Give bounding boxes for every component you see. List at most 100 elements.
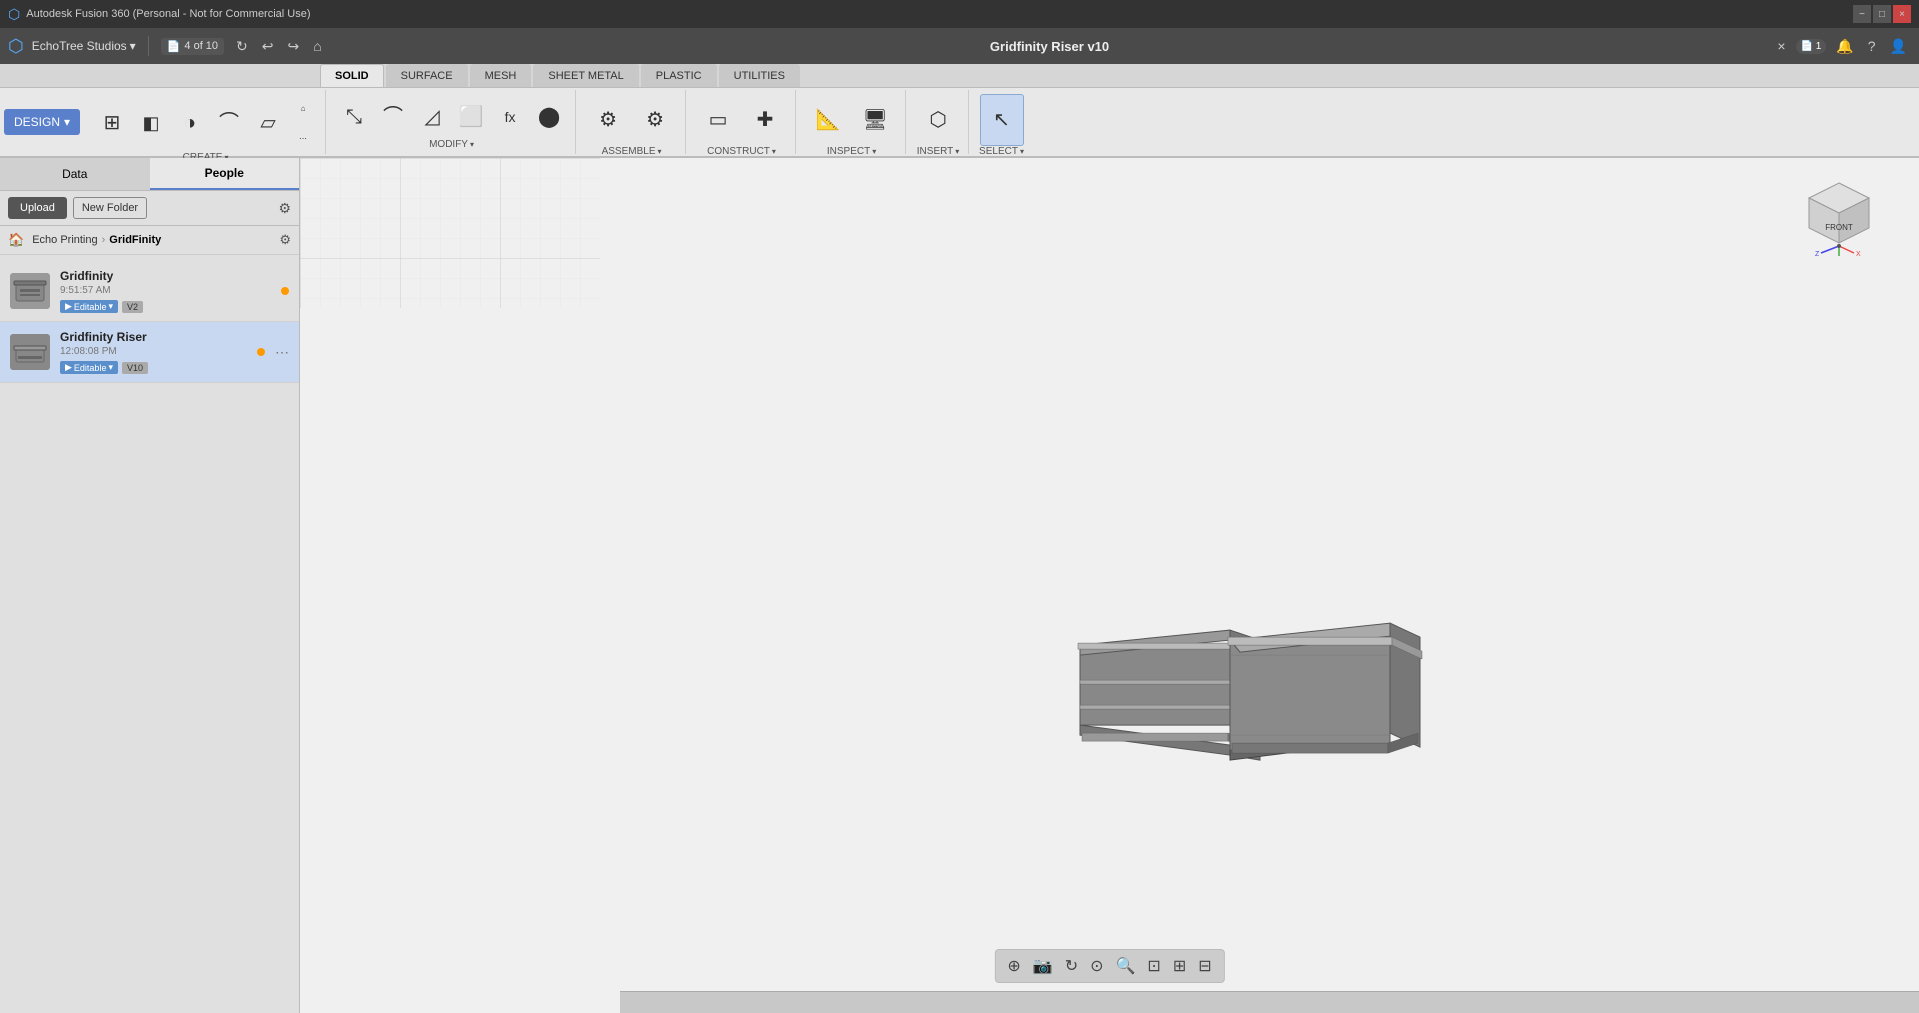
shell-button[interactable]: ⬜ bbox=[453, 95, 489, 139]
select-button[interactable]: ↖ bbox=[980, 94, 1024, 146]
file-info-gridfinity: Gridfinity 9:51:57 AM ▶ Editable ▾ V2 bbox=[60, 269, 271, 313]
orbit-button[interactable]: ⊕ bbox=[1003, 954, 1024, 978]
home-icon[interactable]: ⌂ bbox=[309, 36, 325, 56]
design-label: DESIGN bbox=[14, 115, 60, 129]
tab-people[interactable]: People bbox=[150, 158, 300, 190]
file-count-label: 4 of 10 bbox=[184, 40, 218, 52]
fillet-button[interactable]: ⌒ bbox=[375, 95, 411, 139]
file-thumb-riser bbox=[10, 334, 50, 370]
sphere-button[interactable]: ⬤ bbox=[531, 95, 567, 139]
insert-label[interactable]: INSERT bbox=[917, 146, 960, 157]
breadcrumb-gridfinity[interactable]: GridFinity bbox=[109, 234, 161, 246]
minimize-button[interactable]: − bbox=[1853, 5, 1871, 23]
press-pull-button[interactable]: ⤡ bbox=[336, 95, 372, 139]
notification-icon[interactable]: 🔔 bbox=[1832, 36, 1857, 57]
tab-solid[interactable]: SOLID bbox=[320, 64, 384, 87]
tab-utilities[interactable]: UTILITIES bbox=[719, 64, 800, 87]
file-count-badge[interactable]: 📄 1 bbox=[1796, 39, 1827, 54]
maximize-button[interactable]: □ bbox=[1873, 5, 1891, 23]
construct-tools: ▭ ✚ bbox=[696, 94, 787, 146]
joint-button[interactable]: ⚙ bbox=[586, 94, 630, 146]
top-nav: ⬡ EchoTree Studios ▾ 📄 4 of 10 ↻ ↩ ↪ ⌂ G… bbox=[0, 28, 1919, 64]
look-at-button[interactable]: ⊙ bbox=[1086, 954, 1107, 978]
axis-button[interactable]: ✚ bbox=[743, 94, 787, 146]
undo-icon[interactable]: ↩ bbox=[258, 36, 278, 57]
assemble-label[interactable]: ASSEMBLE bbox=[602, 146, 662, 157]
help-icon[interactable]: ? bbox=[1864, 36, 1880, 56]
pattern-button[interactable]: ⌂ bbox=[289, 94, 317, 122]
extrude-button[interactable]: ◧ bbox=[133, 101, 169, 145]
file-tags-riser: ▶ Editable ▾ V10 bbox=[60, 361, 247, 374]
file-name-gridfinity: Gridfinity bbox=[60, 269, 271, 283]
revolve-button[interactable]: ◑ bbox=[172, 101, 208, 145]
panel-settings-icon[interactable]: ⚙ bbox=[278, 200, 291, 217]
nav-icons: ↻ ↩ ↪ ⌂ bbox=[232, 36, 326, 57]
file-status-riser bbox=[257, 348, 265, 356]
insert-button[interactable]: ⬡ bbox=[916, 94, 960, 146]
sweep-button[interactable]: ⌒ bbox=[211, 101, 247, 145]
tab-data[interactable]: Data bbox=[0, 158, 150, 190]
more-create[interactable]: ⋯ bbox=[289, 124, 317, 152]
grid-button[interactable]: ⊟ bbox=[1194, 954, 1215, 978]
tab-sheet-metal[interactable]: SHEET METAL bbox=[533, 64, 638, 87]
file-item-gridfinity[interactable]: Gridfinity 9:51:57 AM ▶ Editable ▾ V2 bbox=[0, 261, 299, 322]
as-built-button[interactable]: ⚙ bbox=[633, 94, 677, 146]
viewport[interactable]: FRONT X Z ⊕ 📷 ↻ ⊙ 🔍 bbox=[300, 158, 1919, 1013]
file-actions-riser[interactable]: ⋯ bbox=[275, 344, 289, 361]
file-item-gridfinity-riser[interactable]: Gridfinity Riser 12:08:08 PM ▶ Editable … bbox=[0, 322, 299, 383]
close-doc-icon[interactable]: × bbox=[1773, 36, 1789, 56]
insert-group: ⬡ INSERT bbox=[908, 90, 969, 154]
breadcrumb: 🏠 Echo Printing › GridFinity ⚙ bbox=[0, 226, 299, 255]
upload-button[interactable]: Upload bbox=[8, 197, 67, 219]
file-list: Gridfinity 9:51:57 AM ▶ Editable ▾ V2 bbox=[0, 255, 299, 1013]
modify-label[interactable]: MODIFY bbox=[429, 139, 474, 150]
display-mode-button[interactable]: ⊞ bbox=[1169, 954, 1190, 978]
breadcrumb-echo-printing[interactable]: Echo Printing bbox=[32, 234, 97, 246]
create-tools: ⊞ ◧ ◑ ⌒ ▱ ⌂ ⋯ bbox=[94, 94, 317, 152]
breadcrumb-settings-icon[interactable]: ⚙ bbox=[279, 232, 291, 248]
viewport-toolbar: ⊕ 📷 ↻ ⊙ 🔍 ⊡ ⊞ ⊟ bbox=[994, 949, 1224, 983]
close-button[interactable]: × bbox=[1893, 5, 1911, 23]
design-dropdown[interactable]: DESIGN ▾ bbox=[4, 109, 80, 135]
3d-objects bbox=[1030, 495, 1430, 798]
tab-mesh[interactable]: MESH bbox=[470, 64, 532, 87]
svg-text:FRONT: FRONT bbox=[1825, 223, 1853, 232]
right-icons: × 📄 1 🔔 ? 👤 bbox=[1773, 36, 1911, 57]
display-button[interactable]: 🖥 bbox=[853, 94, 897, 146]
fit-button[interactable]: ⊡ bbox=[1143, 954, 1164, 978]
tab-surface[interactable]: SURFACE bbox=[386, 64, 468, 87]
breadcrumb-home-icon[interactable]: 🏠 bbox=[8, 232, 24, 248]
nav-divider bbox=[148, 36, 149, 56]
new-component-button[interactable]: ⊞ bbox=[94, 101, 130, 145]
construct-label[interactable]: CONSTRUCT bbox=[707, 146, 776, 157]
fx-button[interactable]: fx bbox=[492, 95, 528, 139]
plane-button[interactable]: ▭ bbox=[696, 94, 740, 146]
construct-group: ▭ ✚ CONSTRUCT bbox=[688, 90, 796, 154]
camera-button[interactable]: 📷 bbox=[1029, 954, 1057, 978]
measure-button[interactable]: 📐 bbox=[806, 94, 850, 146]
rotate-button[interactable]: ↻ bbox=[1061, 954, 1082, 978]
tag-dropdown[interactable]: ▾ bbox=[108, 301, 113, 312]
ribbon-toolbar: DESIGN ▾ ⊞ ◧ ◑ ⌒ ▱ ⌂ ⋯ CREATE ⤡ ⌒ bbox=[0, 88, 1919, 158]
refresh-icon[interactable]: ↻ bbox=[232, 36, 252, 57]
new-folder-button[interactable]: New Folder bbox=[73, 197, 147, 219]
file-count-display[interactable]: 📄 4 of 10 bbox=[161, 38, 224, 55]
loft-button[interactable]: ▱ bbox=[250, 101, 286, 145]
file-time-riser: 12:08:08 PM bbox=[60, 346, 247, 357]
svg-text:X: X bbox=[1856, 251, 1861, 258]
tag-dropdown2[interactable]: ▾ bbox=[108, 362, 113, 373]
chamfer-button[interactable]: ◿ bbox=[414, 95, 450, 139]
file-tag-editable-gridfinity: ▶ Editable ▾ bbox=[60, 300, 118, 313]
select-label[interactable]: SELECT bbox=[979, 146, 1024, 157]
zoom-button[interactable]: 🔍 bbox=[1112, 954, 1140, 978]
file-version-riser: V10 bbox=[122, 362, 148, 374]
axis-indicator[interactable]: FRONT X Z bbox=[1799, 178, 1879, 258]
file-time-gridfinity: 9:51:57 AM bbox=[60, 285, 271, 296]
create-group: ⊞ ◧ ◑ ⌒ ▱ ⌂ ⋯ CREATE bbox=[86, 90, 326, 154]
tab-plastic[interactable]: PLASTIC bbox=[641, 64, 717, 87]
studio-name[interactable]: EchoTree Studios ▾ bbox=[32, 39, 136, 53]
redo-icon[interactable]: ↪ bbox=[284, 36, 304, 57]
inspect-label[interactable]: INSPECT bbox=[827, 146, 876, 157]
breadcrumb-separator: › bbox=[102, 234, 106, 246]
account-icon[interactable]: 👤 bbox=[1886, 36, 1911, 57]
